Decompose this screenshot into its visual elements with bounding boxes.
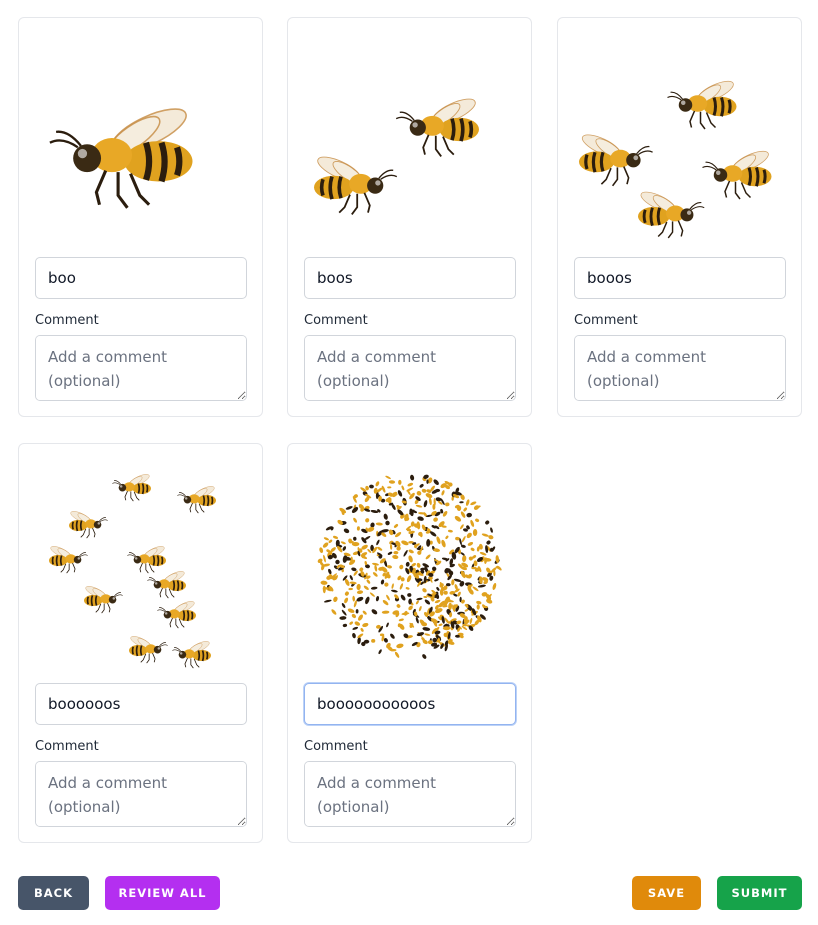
comment-label: Comment xyxy=(35,313,99,328)
image-card: Comment xyxy=(287,17,532,417)
review-all-button[interactable]: REVIEW ALL xyxy=(105,876,220,910)
comment-textarea[interactable] xyxy=(35,761,247,827)
comment-label: Comment xyxy=(304,313,368,328)
four-bees-icon xyxy=(574,32,786,254)
name-input[interactable] xyxy=(574,257,786,299)
name-input[interactable] xyxy=(35,683,247,725)
back-button[interactable]: BACK xyxy=(18,876,89,910)
image-card: Comment xyxy=(557,17,802,417)
image-card: Comment xyxy=(18,17,263,417)
single-bee-icon xyxy=(35,32,247,254)
comment-textarea[interactable] xyxy=(35,335,247,401)
comment-label: Comment xyxy=(574,313,638,328)
image-card: Comment xyxy=(18,443,263,843)
comment-label: Comment xyxy=(35,739,99,754)
comment-textarea[interactable] xyxy=(304,335,516,401)
name-input[interactable] xyxy=(35,257,247,299)
bee-swarm-icon xyxy=(304,458,516,680)
comment-textarea[interactable] xyxy=(574,335,786,401)
bee-group-icon xyxy=(35,458,247,680)
save-button[interactable]: SAVE xyxy=(632,876,701,910)
submit-button[interactable]: SUBMIT xyxy=(717,876,802,910)
image-card: Comment xyxy=(287,443,532,843)
comment-label: Comment xyxy=(304,739,368,754)
name-input[interactable] xyxy=(304,683,516,725)
comment-textarea[interactable] xyxy=(304,761,516,827)
name-input[interactable] xyxy=(304,257,516,299)
two-bees-icon xyxy=(304,32,516,254)
